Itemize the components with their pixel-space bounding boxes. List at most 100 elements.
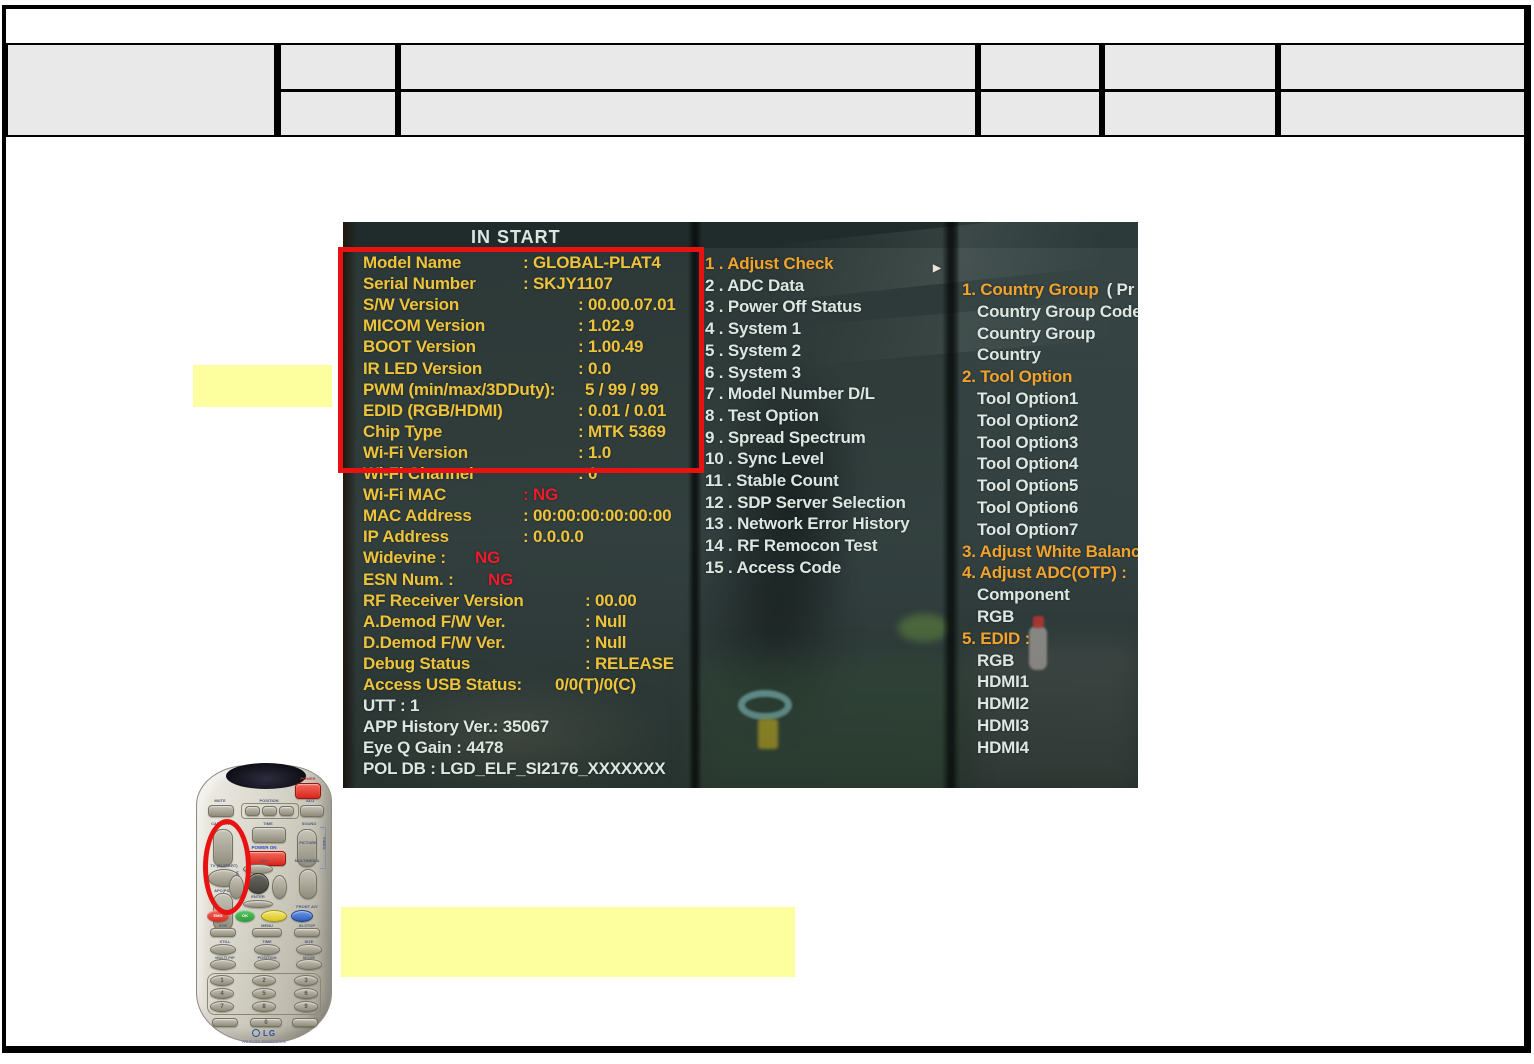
menu-item: 11 . Stable Count — [705, 471, 839, 491]
remote-digit-button: 8 — [252, 1001, 276, 1012]
highlight-box-bottom — [341, 907, 795, 977]
lg-logo: LG — [236, 1029, 292, 1038]
remote-menu-button — [252, 928, 282, 937]
remote-enter-label: ENTER — [251, 895, 265, 899]
info-line: APP History Ver.: 35067 — [363, 716, 813, 737]
remote-digit-button: 9 — [294, 1001, 318, 1012]
remote-blue-button — [291, 910, 313, 922]
menu-item: 9 . Spread Spectrum — [705, 427, 866, 447]
submenu-item: Tool Option1 — [977, 388, 1079, 408]
submenu-item: Tool Option5 — [977, 476, 1079, 496]
remote-in-stop-button — [294, 928, 320, 937]
info-label: UTT : 1 — [363, 696, 420, 716]
remote-digit-button: 5 — [252, 988, 276, 999]
remote-tagline: ADJUST REMOCON — [242, 1039, 286, 1044]
info-line: Access USB Status: 0/0(T)/0(C) — [363, 674, 813, 695]
info-value: : 00:00:00:00:00:00 — [523, 506, 672, 526]
remote-function-button — [254, 959, 280, 970]
info-label: D.Demod F/W Ver. — [363, 632, 506, 652]
submenu-item: RGB — [977, 650, 1015, 670]
info-label: Widevine : — [363, 548, 446, 568]
remote-power-label: POWER — [300, 777, 316, 781]
info-value: : RELEASE — [585, 653, 674, 673]
info-label: Wi-Fi MAC — [363, 485, 447, 505]
submenu-item-suffix: ( Pr — [1106, 280, 1135, 299]
remote-digit-button: 2 — [252, 975, 276, 986]
submenu-item: 5. EDID : — [962, 628, 1031, 648]
remote-function-button — [296, 959, 322, 970]
info-line: POL DB : LGD_ELF_SI2176_XXXXXXX — [363, 758, 813, 779]
info-label: IP Address — [363, 527, 449, 547]
submenu-item: 2. Tool Option — [962, 367, 1073, 387]
info-label: Access USB Status: — [363, 675, 522, 694]
remote-adj-button — [300, 805, 324, 817]
remote-function-button — [254, 944, 280, 955]
info-label: APP History Ver.: 35067 — [363, 717, 549, 737]
remote-front-av-label: FRONT A/V — [296, 905, 318, 909]
remote-ok-button: OK — [235, 910, 255, 922]
remote-power-button — [295, 783, 321, 799]
submenu-item: HDMI4 — [977, 737, 1029, 757]
remote-digit-button: 7 — [210, 1001, 234, 1012]
menu-item: 3 . Power Off Status — [705, 297, 862, 317]
info-label: RF Receiver Version — [363, 590, 524, 610]
highlight-box-left — [193, 365, 332, 407]
info-label: Debug Status — [363, 653, 471, 673]
remote-ir-window-icon — [226, 763, 306, 789]
info-label: POL DB : LGD_ELF_SI2176_XXXXXXX — [363, 759, 666, 779]
remote-function-button — [210, 944, 236, 955]
remote-picture-label: PICTURE — [299, 841, 317, 845]
info-value: : 00.00 — [585, 590, 637, 610]
submenu-item: Tool Option4 — [977, 454, 1079, 474]
document-page: IN START Model Name: GLOBAL-PLAT4 Serial … — [0, 0, 1534, 1064]
menu-item: 2 . ADC Data — [705, 275, 804, 295]
remote-digit-button: 1 — [210, 975, 234, 986]
menu-item: 10 . Sync Level — [705, 449, 824, 469]
screen-submenu: 1. Country Group( Pr Country Group Code Co… — [962, 279, 1138, 759]
remote-button — [245, 806, 260, 816]
remote-multimedia-button — [299, 869, 317, 899]
remote-nav-down-button — [243, 900, 273, 908]
remote-function-button — [210, 959, 236, 970]
remote-bottom-button — [292, 1018, 318, 1027]
submenu-item: HDMI1 — [977, 672, 1029, 692]
screen-menu: 1 . Adjust Check ▶ 2 . ADC Data 3 . Power O… — [705, 253, 945, 579]
remote-digit-button: 6 — [294, 988, 318, 999]
remote-mute-label: MUTE — [214, 799, 226, 803]
menu-item: 14 . RF Remocon Test — [705, 536, 878, 556]
info-value: : NG — [523, 485, 559, 505]
remote-function-button — [296, 944, 322, 955]
remote-adj-label: ADJ — [305, 799, 314, 803]
submenu-item: Tool Option7 — [977, 519, 1079, 539]
submenu-item: Country Group — [977, 323, 1096, 343]
menu-item: 8 . Test Option — [705, 405, 819, 425]
info-value: NG — [475, 548, 501, 568]
info-line: Eye Q Gain : 4478 — [363, 737, 813, 758]
menu-item: 5 . System 2 — [705, 340, 801, 360]
info-label: MAC Address — [363, 506, 472, 526]
remote-button — [279, 806, 294, 816]
info-line: UTT : 1 — [363, 695, 813, 716]
info-line: Debug Status : RELEASE — [363, 653, 813, 674]
remote-nav-right-button — [272, 875, 287, 899]
menu-item: 6 . System 3 — [705, 362, 801, 382]
submenu-item: 4. Adjust ADC(OTP) : — [962, 563, 1127, 583]
remote-multimedia-label: MULTIMEDIA — [294, 859, 320, 863]
submenu-item: HDMI3 — [977, 715, 1029, 735]
remote-time-button — [252, 827, 286, 843]
info-line: A.Demod F/W Ver.: Null — [363, 611, 813, 632]
remote-button — [262, 806, 277, 816]
info-label: Eye Q Gain : 4478 — [363, 738, 504, 758]
red-annotation-rect — [338, 247, 704, 473]
remote-digit-button: 3 — [294, 975, 318, 986]
info-value: NG — [488, 569, 514, 589]
submenu-item: Tool Option6 — [977, 497, 1079, 517]
menu-item: 4 . System 1 — [705, 319, 801, 339]
info-value: 0/0(T)/0(C) — [555, 675, 636, 694]
info-line: D.Demod F/W Ver.: Null — [363, 632, 813, 653]
submenu-item: 1. Country Group( Pr — [962, 280, 1135, 299]
remote-digit-zero-button: 0 — [250, 1018, 282, 1027]
submenu-item: 3. Adjust White Balanc — [962, 541, 1138, 561]
lg-logo-icon — [251, 1029, 260, 1037]
info-label: ESN Num. : — [363, 569, 454, 589]
